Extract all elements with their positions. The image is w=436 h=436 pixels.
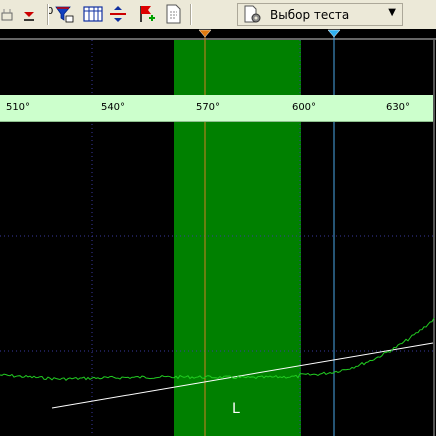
toolbar-separator — [47, 4, 49, 25]
document-icon — [166, 4, 181, 24]
split-button[interactable] — [107, 3, 129, 25]
table-button[interactable] — [82, 3, 104, 25]
split-icon — [110, 6, 126, 22]
scale-tick-label: 630° — [385, 102, 411, 113]
zero-marker-button[interactable]: 0 — [16, 3, 53, 25]
measurement-plot[interactable]: 510° 540° 570° 600° 630° L — [0, 29, 436, 436]
scale-tick-label: 570° — [195, 102, 221, 113]
marker-zero-icon — [24, 12, 34, 21]
plot-canvas[interactable] — [0, 29, 436, 436]
zone-label: L — [232, 401, 240, 417]
test-select-dropdown[interactable]: Выбор теста ▼ — [237, 3, 403, 26]
toolbar-separator — [190, 4, 192, 25]
toolbar: 0 Выбор теста ▼ — [0, 0, 436, 30]
gear-icon — [244, 5, 261, 22]
dropdown-arrow-icon: ▼ — [388, 7, 396, 18]
filter-icon — [55, 6, 74, 23]
degree-scale-bar[interactable]: 510° 540° 570° 600° 630° — [0, 95, 433, 122]
scale-tick-label: 540° — [100, 102, 126, 113]
add-flag-button[interactable] — [135, 3, 157, 25]
scale-tick-label: 600° — [291, 102, 317, 113]
scale-icon — [1, 9, 13, 21]
document-button[interactable] — [162, 3, 184, 25]
scale-tool-button[interactable] — [0, 3, 14, 25]
flag-add-icon — [140, 6, 155, 22]
scale-tick-label: 510° — [5, 102, 31, 113]
table-icon — [83, 6, 103, 22]
test-select-label: Выбор теста — [270, 7, 350, 22]
filter-button[interactable] — [53, 3, 75, 25]
